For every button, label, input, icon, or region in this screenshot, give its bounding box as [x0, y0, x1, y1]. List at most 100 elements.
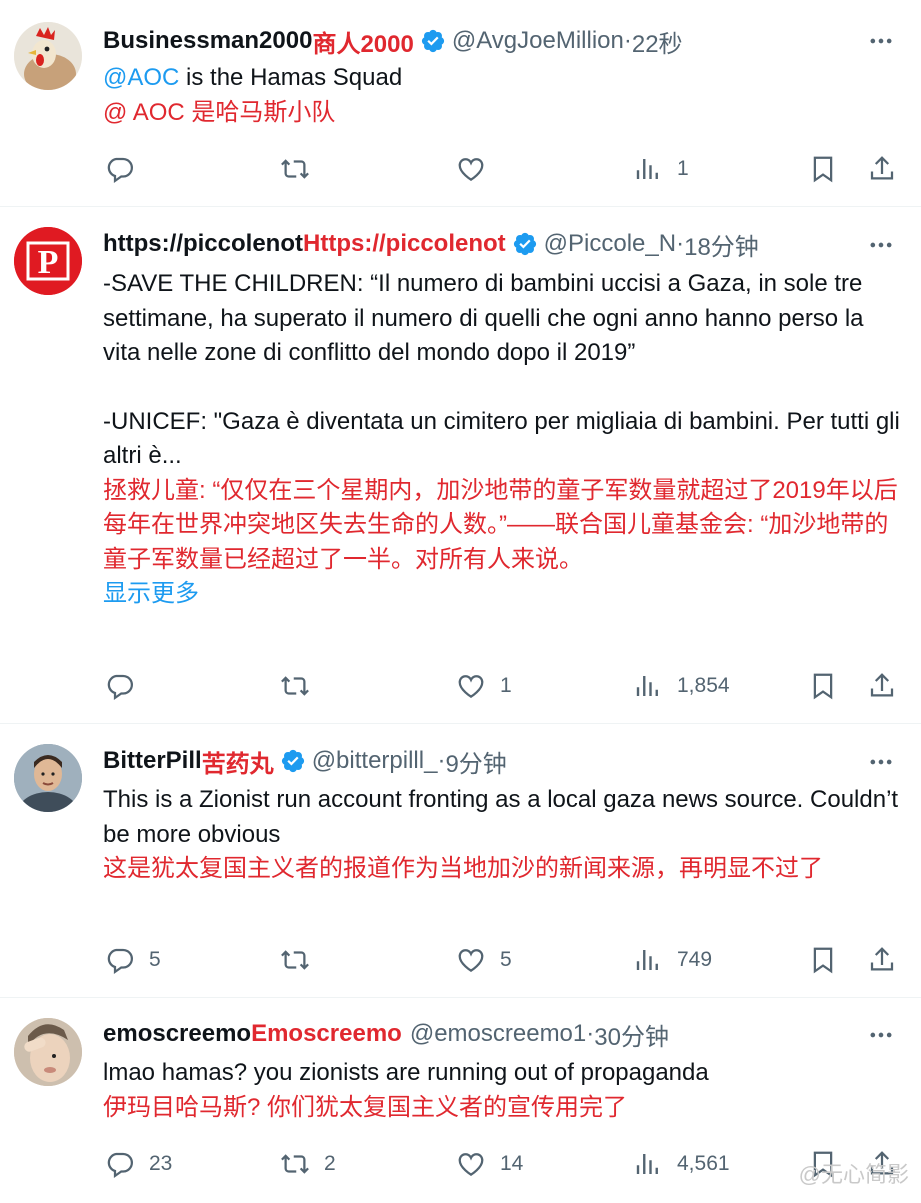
share-icon	[870, 947, 894, 971]
bookmark-button[interactable]	[808, 666, 838, 706]
retweet-button[interactable]: 2	[280, 1144, 336, 1184]
tweet-text: lmao hamas? you zionists are running out…	[103, 1056, 901, 1125]
tweet-text-original: is the Hamas Squad	[179, 64, 403, 91]
retweet-button[interactable]	[280, 666, 324, 706]
svg-text:P: P	[38, 244, 59, 281]
tweet[interactable]: Businessman2000 商人2000 @AvgJoeMillion · …	[0, 0, 921, 207]
avatar[interactable]	[14, 22, 82, 90]
tweet-paragraph: -SAVE THE CHILDREN: “Il numero di bambin…	[103, 270, 864, 366]
more-icon[interactable]	[865, 746, 897, 778]
bookmark-icon	[813, 673, 833, 700]
separator: ·	[676, 230, 685, 257]
verified-icon	[421, 29, 444, 53]
timestamp[interactable]: 22秒	[632, 24, 683, 58]
reply-icon	[107, 157, 133, 184]
like-icon	[458, 675, 484, 698]
share-icon	[870, 673, 894, 697]
watermark: @无心简影	[798, 1162, 909, 1187]
tweet-header: Businessman2000 商人2000 @AvgJoeMillion · …	[103, 24, 831, 58]
tweet[interactable]: emoscreemo Emoscreemo @emoscreemo1 · 30分…	[0, 998, 921, 1203]
view-count: 1,854	[677, 674, 730, 697]
avatar[interactable]	[14, 1018, 82, 1086]
display-name-translation: 商人2000	[312, 30, 414, 58]
display-name[interactable]: BitterPill	[103, 747, 202, 775]
reply-button[interactable]	[105, 666, 149, 706]
views-icon	[636, 676, 658, 696]
tweet-header: emoscreemo Emoscreemo @emoscreemo1 · 30分…	[103, 1017, 831, 1051]
tweet[interactable]: P https://piccolenot Https://piccolenot …	[0, 207, 921, 724]
reply-icon	[107, 1152, 133, 1179]
user-handle[interactable]: @emoscreemo1	[410, 1020, 586, 1048]
share-button[interactable]	[867, 940, 897, 980]
display-name[interactable]: Businessman2000	[103, 27, 312, 55]
views-button[interactable]: 4,561	[633, 1144, 730, 1184]
share-button[interactable]	[867, 666, 897, 706]
mention-link[interactable]: @AOC	[103, 64, 179, 91]
timestamp[interactable]: 9分钟	[445, 744, 506, 778]
retweet-icon	[281, 1154, 309, 1174]
views-button[interactable]: 1,854	[633, 666, 730, 706]
like-count: 1	[500, 674, 512, 697]
tweet-text-original: lmao hamas? you zionists are running out…	[103, 1059, 709, 1086]
retweet-icon	[281, 159, 309, 179]
views-icon	[636, 950, 658, 970]
like-button[interactable]	[456, 149, 500, 189]
view-count: 4,561	[677, 1152, 730, 1175]
tweet-text-original: This is a Zionist run account fronting a…	[103, 786, 899, 848]
views-button[interactable]: 749	[633, 940, 712, 980]
separator: ·	[586, 1020, 595, 1047]
timestamp[interactable]: 18分钟	[684, 227, 759, 261]
like-button[interactable]: 14	[456, 1144, 523, 1184]
share-button[interactable]	[867, 149, 897, 189]
reply-button[interactable]	[105, 149, 149, 189]
reply-button[interactable]: 5	[105, 940, 161, 980]
bookmark-icon	[813, 156, 833, 183]
action-bar: 5 5 749	[103, 940, 903, 980]
reply-count: 23	[149, 1152, 173, 1175]
action-bar: 23 2 14 4,561	[103, 1144, 903, 1184]
retweet-button[interactable]	[280, 149, 324, 189]
like-icon	[458, 1153, 484, 1176]
action-bar: 1	[103, 149, 903, 189]
like-icon	[458, 949, 484, 972]
tweet-header: BitterPill 苦药丸 @bitterpilll_ · 9分钟	[103, 744, 831, 778]
tweet-header: https://piccolenot Https://piccolenot @P…	[103, 227, 831, 261]
tweet-translation: @ AOC 是哈马斯小队	[103, 98, 336, 126]
views-button[interactable]: 1	[633, 149, 689, 189]
verified-icon	[281, 749, 304, 773]
view-count: 1	[677, 157, 689, 180]
user-handle[interactable]: @AvgJoeMillion	[452, 27, 624, 55]
like-count: 14	[500, 1152, 524, 1175]
more-icon[interactable]	[865, 229, 897, 261]
avatar[interactable]: P	[14, 227, 82, 295]
tweet-translation: 这是犹太复国主义者的报道作为当地加沙的新闻来源，再明显不过了	[103, 855, 823, 882]
display-name-translation: Https://piccolenot	[303, 230, 506, 257]
retweet-icon	[281, 676, 309, 696]
reply-icon	[107, 674, 133, 701]
like-icon	[458, 158, 484, 181]
avatar[interactable]	[14, 744, 82, 812]
display-name[interactable]: https://piccolenot	[103, 230, 303, 258]
like-button[interactable]: 5	[456, 940, 512, 980]
bookmark-button[interactable]	[808, 940, 838, 980]
tweet-text: -SAVE THE CHILDREN: “Il numero di bambin…	[103, 267, 901, 612]
more-icon[interactable]	[865, 25, 897, 57]
separator: ·	[623, 27, 632, 54]
like-button[interactable]: 1	[456, 666, 512, 706]
retweet-button[interactable]	[280, 940, 324, 980]
more-icon[interactable]	[865, 1019, 897, 1051]
show-more-link[interactable]: 显示更多	[103, 577, 901, 612]
tweet[interactable]: BitterPill 苦药丸 @bitterpilll_ · 9分钟 This …	[0, 724, 921, 998]
views-icon	[636, 159, 658, 179]
reply-button[interactable]: 23	[105, 1144, 172, 1184]
user-handle[interactable]: @Piccole_N	[544, 230, 676, 258]
tweet-text: This is a Zionist run account fronting a…	[103, 783, 901, 887]
user-handle[interactable]: @bitterpilll_	[312, 747, 438, 775]
timestamp[interactable]: 30分钟	[594, 1017, 669, 1051]
bookmark-icon	[813, 947, 833, 974]
bookmark-button[interactable]	[808, 149, 838, 189]
display-name[interactable]: emoscreemo	[103, 1020, 251, 1048]
tweet-translation: 拯救儿童: “仅仅在三个星期内，加沙地带的童子军数量就超过了2019年以后每年在…	[103, 476, 898, 573]
retweet-icon	[281, 950, 309, 970]
display-name-translation: 苦药丸	[201, 750, 274, 778]
